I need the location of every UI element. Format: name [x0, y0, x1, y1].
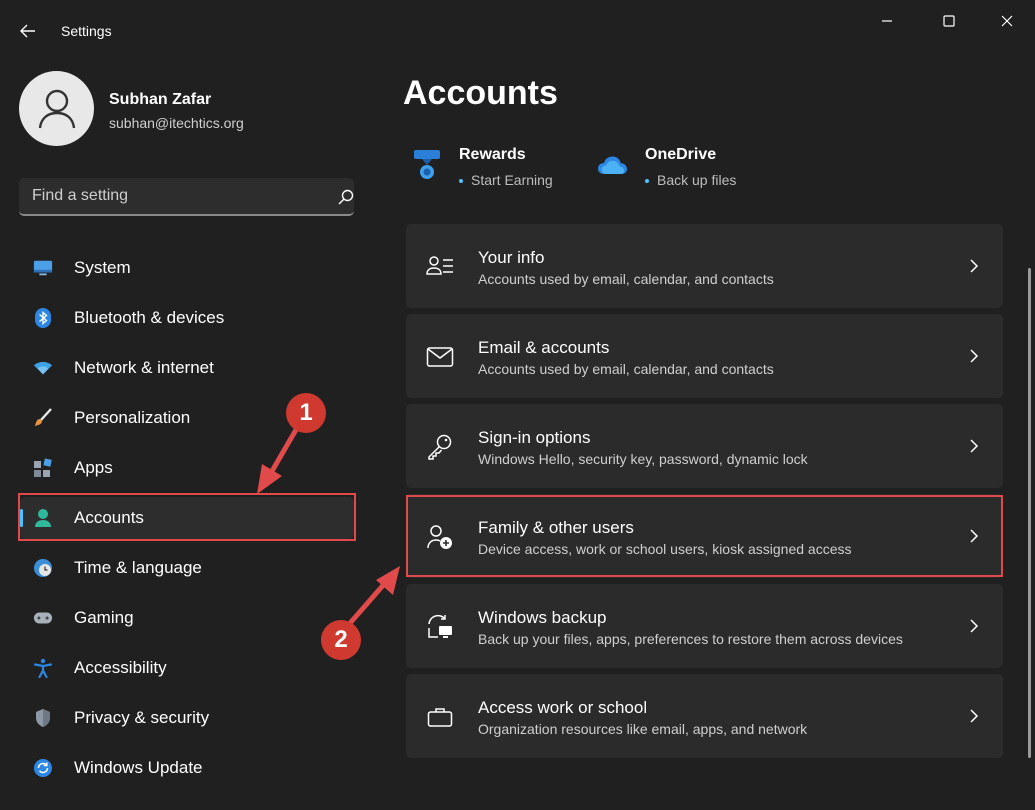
- card-description: Organization resources like email, apps,…: [478, 721, 808, 737]
- sidebar-item-windows-update[interactable]: Windows Update: [0, 743, 370, 793]
- wifi-icon: [33, 358, 53, 378]
- person-icon: [38, 89, 75, 128]
- step-badge-2: 2: [321, 620, 361, 660]
- card-windows-backup[interactable]: Windows backup Back up your files, apps,…: [406, 584, 1003, 668]
- sidebar-item-system[interactable]: System: [0, 243, 370, 293]
- maximize-button[interactable]: [926, 8, 972, 34]
- card-title: Windows backup: [478, 608, 607, 627]
- avatar[interactable]: [19, 71, 94, 146]
- briefcase-icon: [427, 708, 453, 727]
- sidebar-item-accessibility[interactable]: Accessibility: [0, 643, 370, 693]
- user-email: subhan@itechtics.org: [109, 115, 244, 131]
- monitor-icon: [33, 258, 53, 278]
- back-button[interactable]: [14, 18, 42, 44]
- card-title: Sign-in options: [478, 428, 591, 447]
- card-description: Back up your files, apps, preferences to…: [478, 631, 903, 647]
- quick-link-subtitle-text: Start Earning: [471, 172, 553, 188]
- onedrive-cloud-icon: [598, 156, 627, 174]
- chevron-right-icon: [970, 259, 979, 273]
- search-box: [19, 178, 354, 216]
- bluetooth-icon: [33, 308, 53, 328]
- close-button[interactable]: [984, 8, 1030, 34]
- search-input[interactable]: [19, 178, 309, 214]
- clock-globe-icon: [33, 558, 53, 578]
- sidebar-item-time-language[interactable]: Time & language: [0, 543, 370, 593]
- sidebar-item-label: Accessibility: [74, 658, 167, 677]
- sidebar-item-label: Privacy & security: [74, 708, 210, 727]
- user-name: Subhan Zafar: [109, 91, 212, 108]
- sidebar-item-label: Gaming: [74, 608, 134, 627]
- sidebar-item-label: Bluetooth & devices: [74, 308, 225, 327]
- mail-icon: [426, 347, 454, 367]
- minimize-icon: [882, 20, 892, 22]
- card-sign-in-options[interactable]: Sign-in options Windows Hello, security …: [406, 404, 1003, 488]
- sidebar-item-label: Apps: [74, 458, 113, 477]
- chevron-right-icon: [970, 439, 979, 453]
- key-icon: [428, 434, 452, 460]
- person-list-icon: [426, 256, 453, 275]
- card-email-accounts[interactable]: Email & accounts Accounts used by email,…: [406, 314, 1003, 398]
- card-access-work-school[interactable]: Access work or school Organization resou…: [406, 674, 1003, 758]
- apps-icon: [33, 458, 53, 478]
- sidebar-item-gaming[interactable]: Gaming: [0, 593, 370, 643]
- quick-link-subtitle-text: Back up files: [657, 172, 737, 188]
- maximize-icon: [943, 15, 955, 27]
- sidebar-item-apps[interactable]: Apps: [0, 443, 370, 493]
- back-arrow-icon: [20, 24, 35, 38]
- card-description: Windows Hello, security key, password, d…: [478, 451, 808, 467]
- quick-link-title: Rewards: [459, 146, 526, 163]
- sidebar-item-label: Time & language: [74, 558, 202, 577]
- card-description: Accounts used by email, calendar, and co…: [478, 271, 774, 287]
- quick-link-title: OneDrive: [645, 146, 717, 163]
- update-icon: [33, 758, 53, 778]
- title-bar: Settings: [0, 0, 1035, 62]
- sidebar-item-label: Windows Update: [74, 758, 203, 777]
- sidebar-item-privacy-security[interactable]: Privacy & security: [0, 693, 370, 743]
- quick-link-subtitle[interactable]: Back up files: [645, 172, 736, 188]
- sidebar-item-label: System: [74, 258, 131, 277]
- highlight-box-accounts: [18, 493, 356, 541]
- bullet-dot: [645, 179, 649, 184]
- quick-link-subtitle[interactable]: Start Earning: [459, 172, 553, 188]
- card-title: Your info: [478, 248, 545, 267]
- card-title: Access work or school: [478, 698, 648, 717]
- page-title: Accounts: [403, 74, 558, 112]
- card-title: Email & accounts: [478, 338, 610, 357]
- step-badge-1: 1: [286, 393, 326, 433]
- highlight-box-family: [406, 495, 1003, 577]
- brush-icon: [33, 408, 53, 428]
- sidebar-item-bluetooth[interactable]: Bluetooth & devices: [0, 293, 370, 343]
- sidebar-item-label: Network & internet: [74, 358, 214, 377]
- close-icon: [1001, 15, 1013, 27]
- scrollbar[interactable]: [1028, 268, 1031, 758]
- gamepad-icon: [33, 608, 53, 628]
- chevron-right-icon: [970, 709, 979, 723]
- accessibility-icon: [33, 658, 53, 678]
- chevron-right-icon: [970, 619, 979, 633]
- bullet-dot: [459, 179, 463, 184]
- minimize-button[interactable]: [864, 8, 910, 34]
- app-title: Settings: [61, 23, 112, 39]
- sidebar-item-network[interactable]: Network & internet: [0, 343, 370, 393]
- card-description: Accounts used by email, calendar, and co…: [478, 361, 774, 377]
- chevron-right-icon: [970, 349, 979, 363]
- settings-card-list: Your info Accounts used by email, calend…: [406, 224, 1003, 764]
- rewards-medal-icon: [414, 150, 440, 179]
- backup-icon: [428, 614, 452, 638]
- sidebar-item-label: Personalization: [74, 408, 191, 427]
- shield-icon: [33, 708, 53, 728]
- card-your-info[interactable]: Your info Accounts used by email, calend…: [406, 224, 1003, 308]
- search-icon[interactable]: [337, 188, 355, 206]
